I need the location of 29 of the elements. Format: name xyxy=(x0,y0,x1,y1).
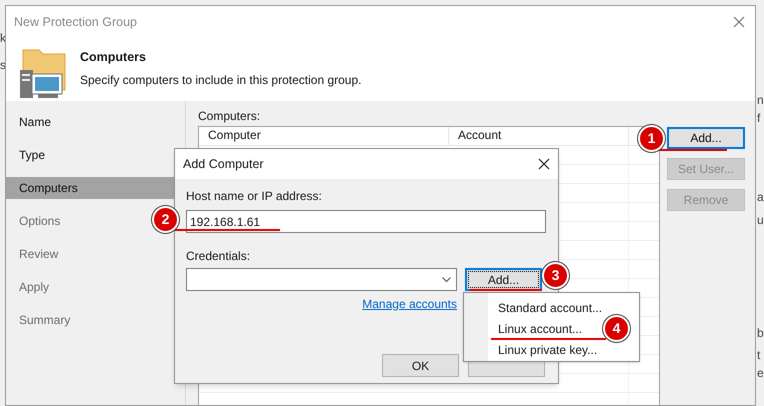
menu-item[interactable]: Linux private key... xyxy=(488,339,602,360)
wizard-step[interactable]: Name xyxy=(6,111,185,133)
text-fragment: u xyxy=(757,213,764,227)
page-title: Computers xyxy=(80,49,147,66)
field-label: Credentials: xyxy=(186,248,252,265)
wizard-button[interactable]: Add... xyxy=(667,127,745,149)
close-icon[interactable] xyxy=(538,158,550,170)
column-header[interactable]: Account xyxy=(449,127,629,145)
field-label: Computers: xyxy=(198,108,262,125)
ok-button[interactable]: OK xyxy=(382,354,459,377)
text-fragment: b xyxy=(757,326,764,340)
text-fragment: e xyxy=(757,366,764,380)
add-button[interactable]: Add... xyxy=(465,268,542,291)
text-fragment: a xyxy=(757,190,764,204)
field-label: Host name or IP address: xyxy=(186,188,323,205)
host-input-field[interactable]: 192.168.1.61 xyxy=(186,210,546,233)
menu-item[interactable]: Standard account... xyxy=(488,297,606,318)
column-header[interactable]: Computer xyxy=(199,127,449,145)
credentials-dropdown[interactable] xyxy=(186,268,457,291)
chevron-down-icon xyxy=(442,276,451,282)
dialog-title: Add Computer xyxy=(183,156,264,173)
text-fragment: n xyxy=(757,93,764,107)
page-description: Specify computers to include in this protection group. xyxy=(80,72,362,89)
text-fragment: f xyxy=(757,111,760,125)
menu-item[interactable]: Linux account... xyxy=(488,318,586,339)
manage-accounts-link[interactable]: Manage accounts xyxy=(362,295,457,313)
window-title: New Protection Group xyxy=(14,14,137,31)
text-fragment: t xyxy=(757,348,760,362)
underline-mark xyxy=(470,289,542,291)
